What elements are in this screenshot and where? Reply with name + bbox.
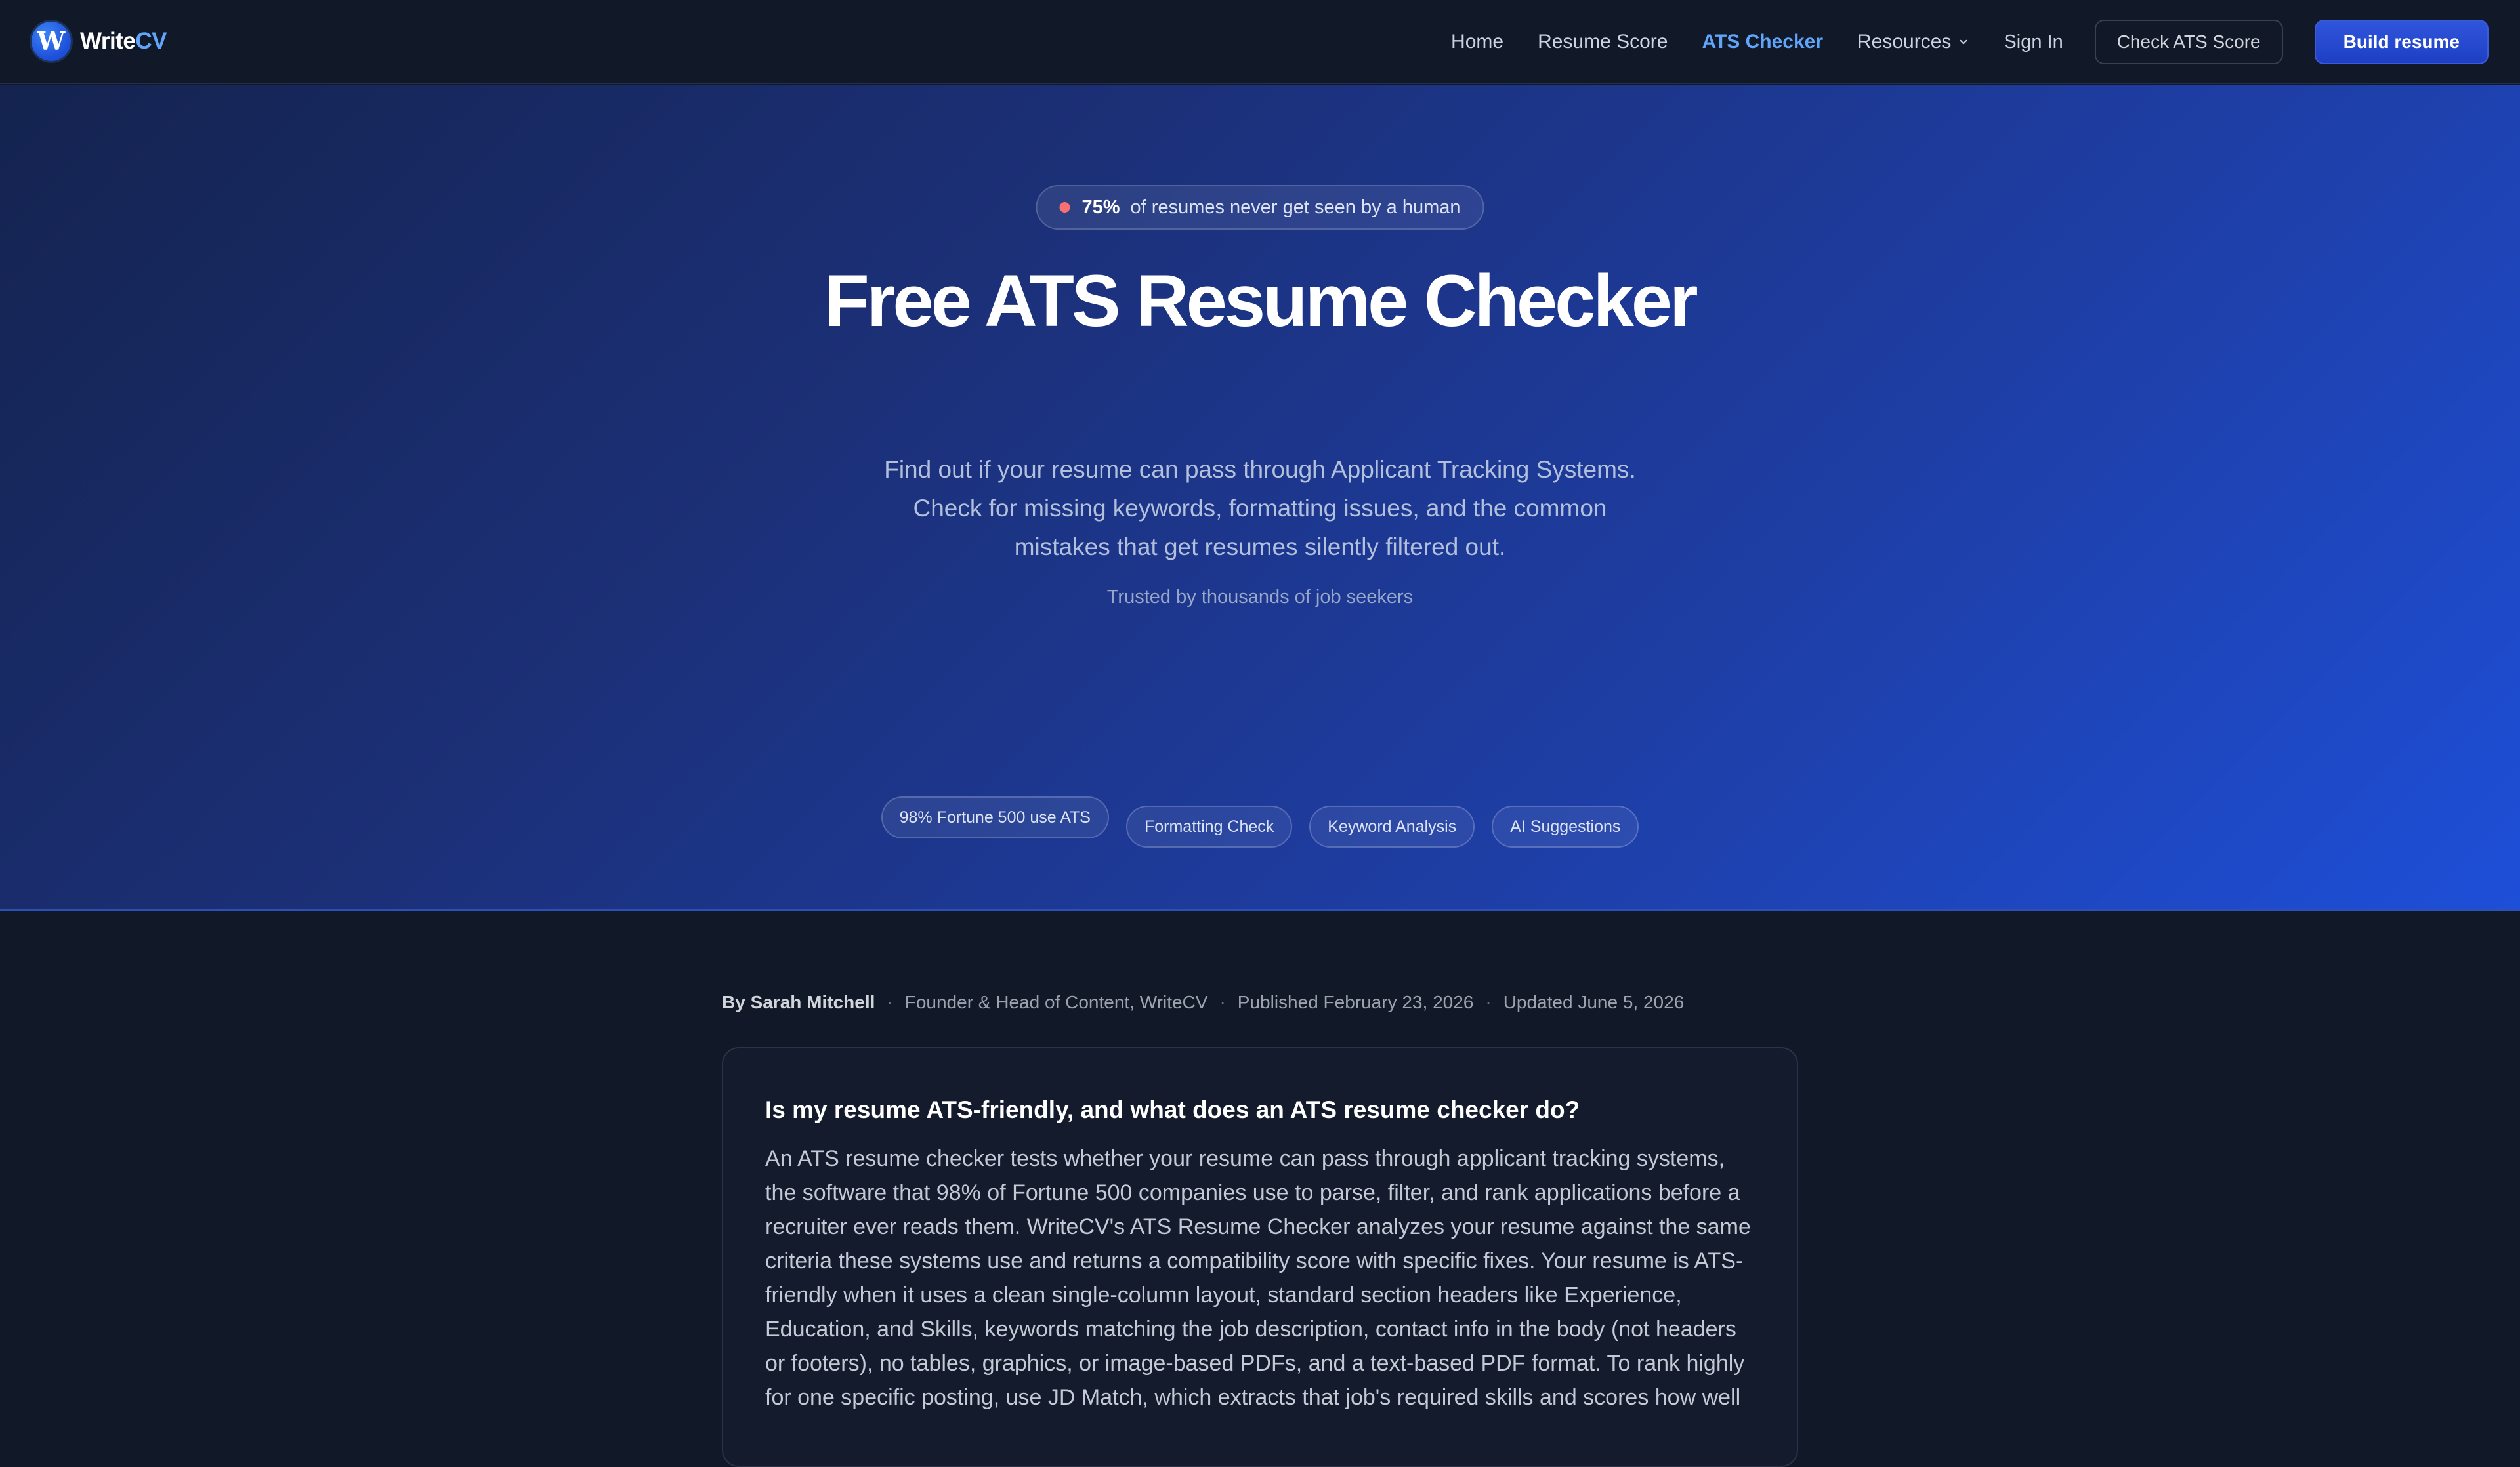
author-role: Founder & Head of Content, WriteCV xyxy=(904,992,1208,1012)
nav-link-resume-score[interactable]: Resume Score xyxy=(1538,31,1668,53)
feature-tag-keyword-analysis: Keyword Analysis xyxy=(1309,806,1475,848)
byline-separator: · xyxy=(1219,992,1226,1012)
brand-name-part1: Write xyxy=(80,28,136,54)
stat-badge: 75% of resumes never get seen by a human xyxy=(1036,185,1484,230)
trust-note: Trusted by thousands of job seekers xyxy=(1106,587,1414,608)
status-dot-icon xyxy=(1059,202,1070,213)
nav-link-resources-label: Resources xyxy=(1857,31,1952,52)
byline-separator: · xyxy=(887,992,893,1012)
stat-text: of resumes never get seen by a human xyxy=(1130,196,1461,218)
page-title: Free ATS Resume Checker xyxy=(824,260,1698,342)
writecv-logo-icon: W xyxy=(32,22,71,61)
faq-card: Is my resume ATS-friendly, and what does… xyxy=(722,1047,1798,1467)
byline-separator: · xyxy=(1485,992,1492,1012)
faq-question: Is my resume ATS-friendly, and what does… xyxy=(765,1096,1580,1123)
build-resume-button[interactable]: Build resume xyxy=(2314,20,2488,64)
article-byline: By Sarah Mitchell · Founder & Head of Co… xyxy=(722,992,1798,1013)
nav-links: Home Resume Score ATS Checker Resources … xyxy=(1451,0,2520,84)
sign-in-link[interactable]: Sign In xyxy=(2004,31,2063,53)
brand-name-part2: CV xyxy=(135,28,167,54)
hero-subtitle: Find out if your resume can pass through… xyxy=(884,456,1636,560)
feature-tag-ai-suggestions: AI Suggestions xyxy=(1492,806,1639,848)
faq-answer: An ATS resume checker tests whether your… xyxy=(765,1146,1751,1410)
stat-value: 75% xyxy=(1082,196,1120,218)
chevron-down-icon xyxy=(1960,39,1967,45)
feature-tags: 98% Fortune 500 use ATS Formatting Check… xyxy=(0,796,2520,848)
feature-tag-formatting-check: Formatting Check xyxy=(1125,806,1293,848)
nav-link-home[interactable]: Home xyxy=(1451,31,1503,53)
author-name: By Sarah Mitchell xyxy=(722,992,875,1012)
feature-tag-fortune-500: 98% Fortune 500 use ATS xyxy=(881,796,1109,838)
nav-link-ats-checker[interactable]: ATS Checker xyxy=(1702,31,1823,53)
check-ats-score-button[interactable]: Check ATS Score xyxy=(2094,20,2283,64)
brand-logo-link[interactable]: W WriteCV xyxy=(32,22,167,61)
top-navigation: W WriteCV Home Resume Score ATS Checker … xyxy=(0,0,2520,84)
published-date: Published February 23, 2026 xyxy=(1237,992,1474,1012)
updated-date: Updated June 5, 2026 xyxy=(1503,992,1685,1012)
hero-section: 75% of resumes never get seen by a human… xyxy=(0,85,2520,911)
nav-link-resources[interactable]: Resources xyxy=(1857,31,1969,53)
brand-name: WriteCV xyxy=(80,28,167,54)
